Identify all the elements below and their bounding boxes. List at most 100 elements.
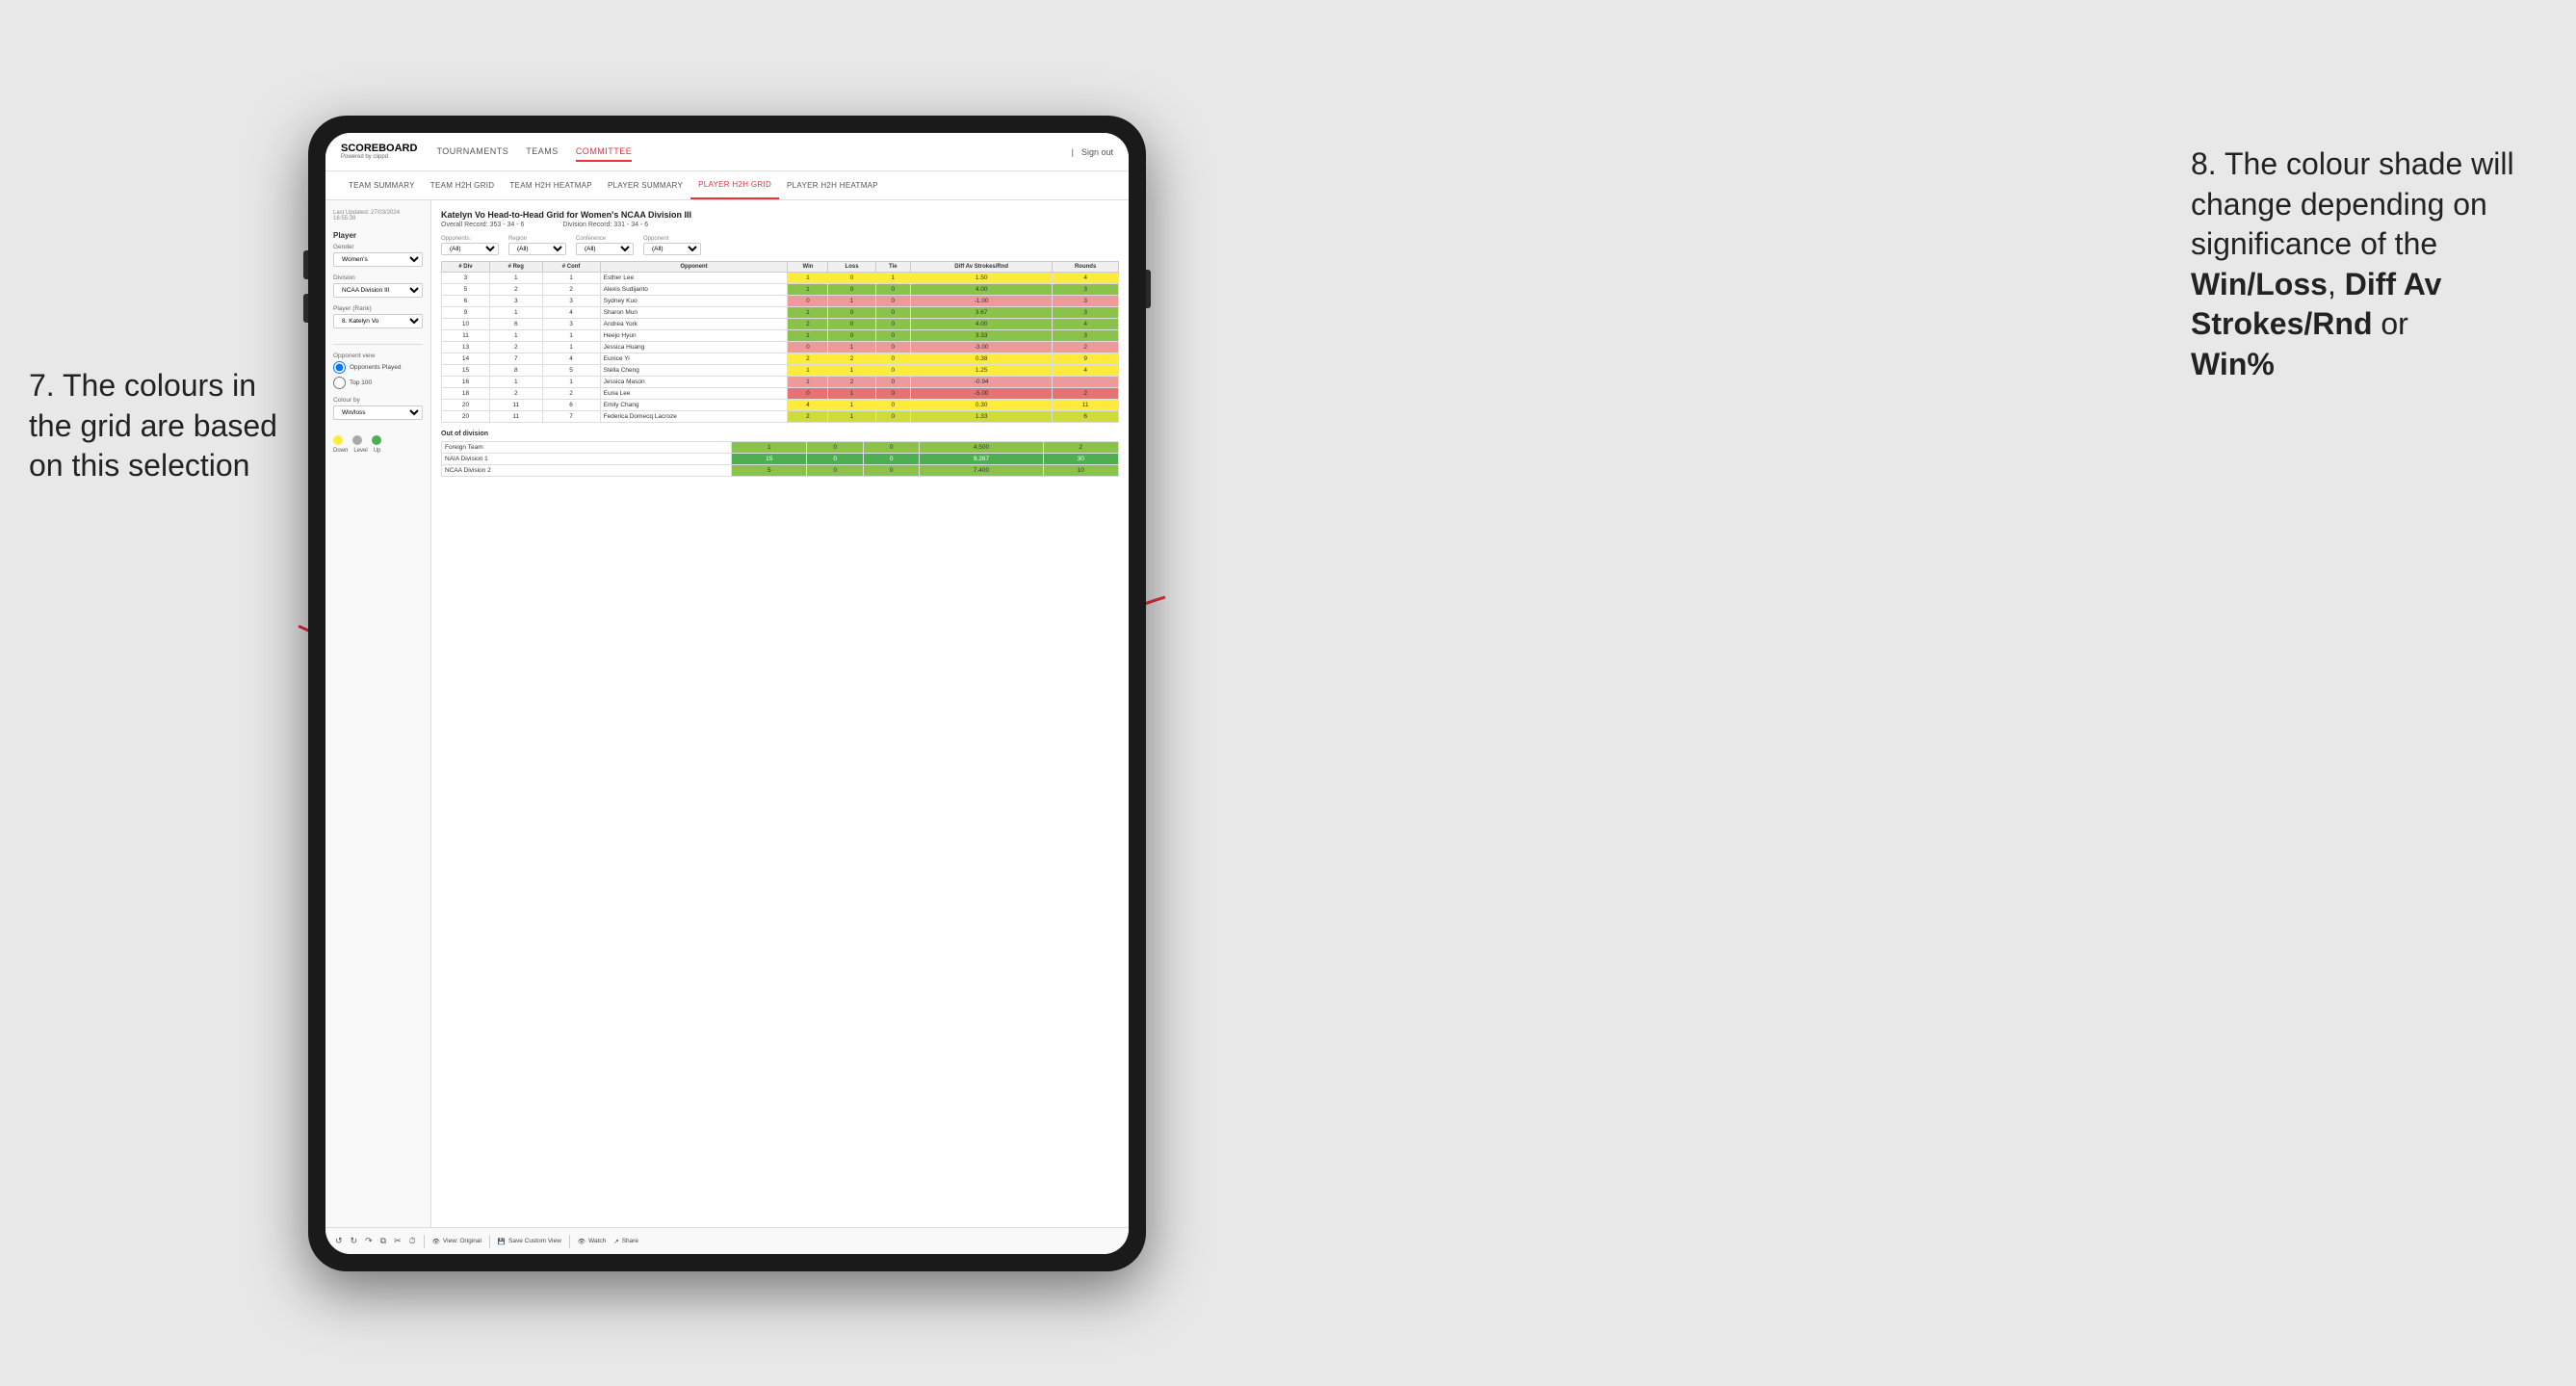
conference-filter-select[interactable]: (All)	[576, 243, 634, 255]
table-cell: Euna Lee	[600, 388, 788, 400]
opponents-filter-select[interactable]: (All)	[441, 243, 499, 255]
opponents-filter-group: Opponents: (All)	[441, 236, 499, 255]
table-cell: 1	[828, 400, 875, 411]
player-rank-select[interactable]: 8. Katelyn Vo	[333, 314, 423, 328]
table-cell: Esther Lee	[600, 273, 788, 284]
clock-icon[interactable]: ⏱	[409, 1236, 416, 1246]
volume-down-button[interactable]	[303, 294, 308, 323]
table-cell: 1	[788, 330, 828, 342]
table-cell: 30	[1043, 454, 1118, 465]
legend-down-label: Down	[333, 448, 348, 454]
logo: SCOREBOARD Powered by clippd	[341, 144, 436, 160]
table-cell: Sydney Kuo	[600, 296, 788, 307]
table-cell: 11	[489, 400, 542, 411]
sign-out-link[interactable]: Sign out	[1081, 147, 1113, 157]
cut-icon[interactable]: ✂	[394, 1236, 402, 1246]
col-div: # Div	[442, 262, 490, 273]
annotation-bold1: Win/Loss	[2191, 267, 2328, 301]
table-cell: 1	[828, 388, 875, 400]
colour-by-select[interactable]: Win/loss	[333, 405, 423, 420]
table-cell: 5	[732, 465, 807, 477]
eye-icon: 👁	[432, 1238, 440, 1245]
watch-label: Watch	[588, 1238, 606, 1244]
nav-committee[interactable]: COMMITTEE	[576, 143, 633, 162]
table-cell: 6	[542, 400, 600, 411]
save-custom-btn[interactable]: 💾 Save Custom View	[498, 1238, 561, 1245]
table-cell: 2	[542, 388, 600, 400]
table-cell: 11	[1053, 400, 1119, 411]
region-filter-select[interactable]: (All)	[508, 243, 566, 255]
share-btn[interactable]: ↗ Share	[613, 1238, 638, 1245]
table-cell: Eunice Yi	[600, 353, 788, 365]
save-icon: 💾	[498, 1238, 506, 1245]
watch-btn[interactable]: 👁 Watch	[578, 1238, 606, 1245]
table-cell: 0	[788, 388, 828, 400]
table-cell: 10	[442, 319, 490, 330]
table-cell: 7	[489, 353, 542, 365]
table-cell: 4	[788, 400, 828, 411]
toolbar-divider-2	[489, 1235, 490, 1248]
save-custom-label: Save Custom View	[508, 1238, 561, 1244]
table-cell: 4	[1053, 365, 1119, 377]
subnav-team-h2h-grid[interactable]: TEAM H2H GRID	[423, 171, 503, 199]
table-cell: 4	[1053, 319, 1119, 330]
table-cell: 2	[1043, 442, 1118, 454]
table-cell: 2	[489, 388, 542, 400]
table-cell: 9	[442, 307, 490, 319]
table-cell: 1	[828, 342, 875, 353]
col-reg: # Reg	[489, 262, 542, 273]
annotation-right-text: 8. The colour shade will change dependin…	[2191, 146, 2514, 261]
bottom-toolbar: ↺ ↻ ↷ ⧉ ✂ ⏱ 👁 View: Original 💾 Save Cust…	[325, 1227, 1129, 1254]
subnav-player-h2h-heatmap[interactable]: PLAYER H2H HEATMAP	[779, 171, 886, 199]
table-cell: 0	[875, 400, 910, 411]
table-cell: 1	[542, 342, 600, 353]
table-cell: 13	[442, 342, 490, 353]
dot-up	[372, 435, 381, 445]
table-cell: 0	[875, 342, 910, 353]
table-cell: 5	[542, 365, 600, 377]
table-cell: 9	[1053, 353, 1119, 365]
subnav-team-summary[interactable]: TEAM SUMMARY	[341, 171, 423, 199]
copy-icon[interactable]: ⧉	[380, 1236, 386, 1246]
redo-icon[interactable]: ↻	[351, 1236, 358, 1246]
filter-row: Opponents: (All) Region (All) Conference	[441, 236, 1119, 255]
table-cell: 6	[442, 296, 490, 307]
table-cell: -0.94	[911, 377, 1053, 388]
division-select[interactable]: NCAA Division III	[333, 283, 423, 298]
division-record: Division Record: 331 - 34 - 6	[562, 222, 648, 228]
table-row: NCAA Division 25007.40010	[442, 465, 1119, 477]
power-button[interactable]	[1146, 270, 1151, 308]
subnav-player-summary[interactable]: PLAYER SUMMARY	[600, 171, 690, 199]
nav-teams[interactable]: TEAMS	[526, 143, 559, 162]
table-row: 20117Federica Domecq Lacroze2101.336	[442, 411, 1119, 423]
table-cell: 6	[1053, 411, 1119, 423]
table-row: 1611Jessica Mason120-0.94	[442, 377, 1119, 388]
undo-icon[interactable]: ↺	[335, 1236, 343, 1246]
opponents-filter-label: Opponents:	[441, 236, 499, 242]
subnav-player-h2h-grid[interactable]: PLAYER H2H GRID	[690, 171, 779, 199]
subnav-team-h2h-heatmap[interactable]: TEAM H2H HEATMAP	[502, 171, 600, 199]
table-cell: 4.00	[911, 284, 1053, 296]
radio-top100-label: Top 100	[350, 379, 372, 386]
table-cell: 1	[542, 377, 600, 388]
nav-tournaments[interactable]: TOURNAMENTS	[436, 143, 508, 162]
redo2-icon[interactable]: ↷	[365, 1236, 373, 1246]
player-rank-label: Player (Rank)	[333, 305, 423, 312]
table-cell: 2	[1053, 388, 1119, 400]
table-cell: 1	[489, 377, 542, 388]
radio-opponents-played[interactable]	[333, 361, 346, 374]
gender-select[interactable]: Women's	[333, 252, 423, 267]
table-cell: 1.33	[911, 411, 1053, 423]
table-cell	[1053, 377, 1119, 388]
volume-up-button[interactable]	[303, 250, 308, 279]
radio-top100[interactable]	[333, 377, 346, 389]
view-original-btn[interactable]: 👁 View: Original	[432, 1238, 481, 1245]
opponent-filter-select[interactable]: (All)	[643, 243, 701, 255]
sidebar-player-title: Player	[333, 231, 423, 240]
out-of-division-header: Out of division	[441, 431, 1119, 437]
table-cell: 1.50	[911, 273, 1053, 284]
table-cell: 0	[875, 284, 910, 296]
table-cell: 0	[875, 307, 910, 319]
table-cell: Sharon Mun	[600, 307, 788, 319]
table-cell: Federica Domecq Lacroze	[600, 411, 788, 423]
